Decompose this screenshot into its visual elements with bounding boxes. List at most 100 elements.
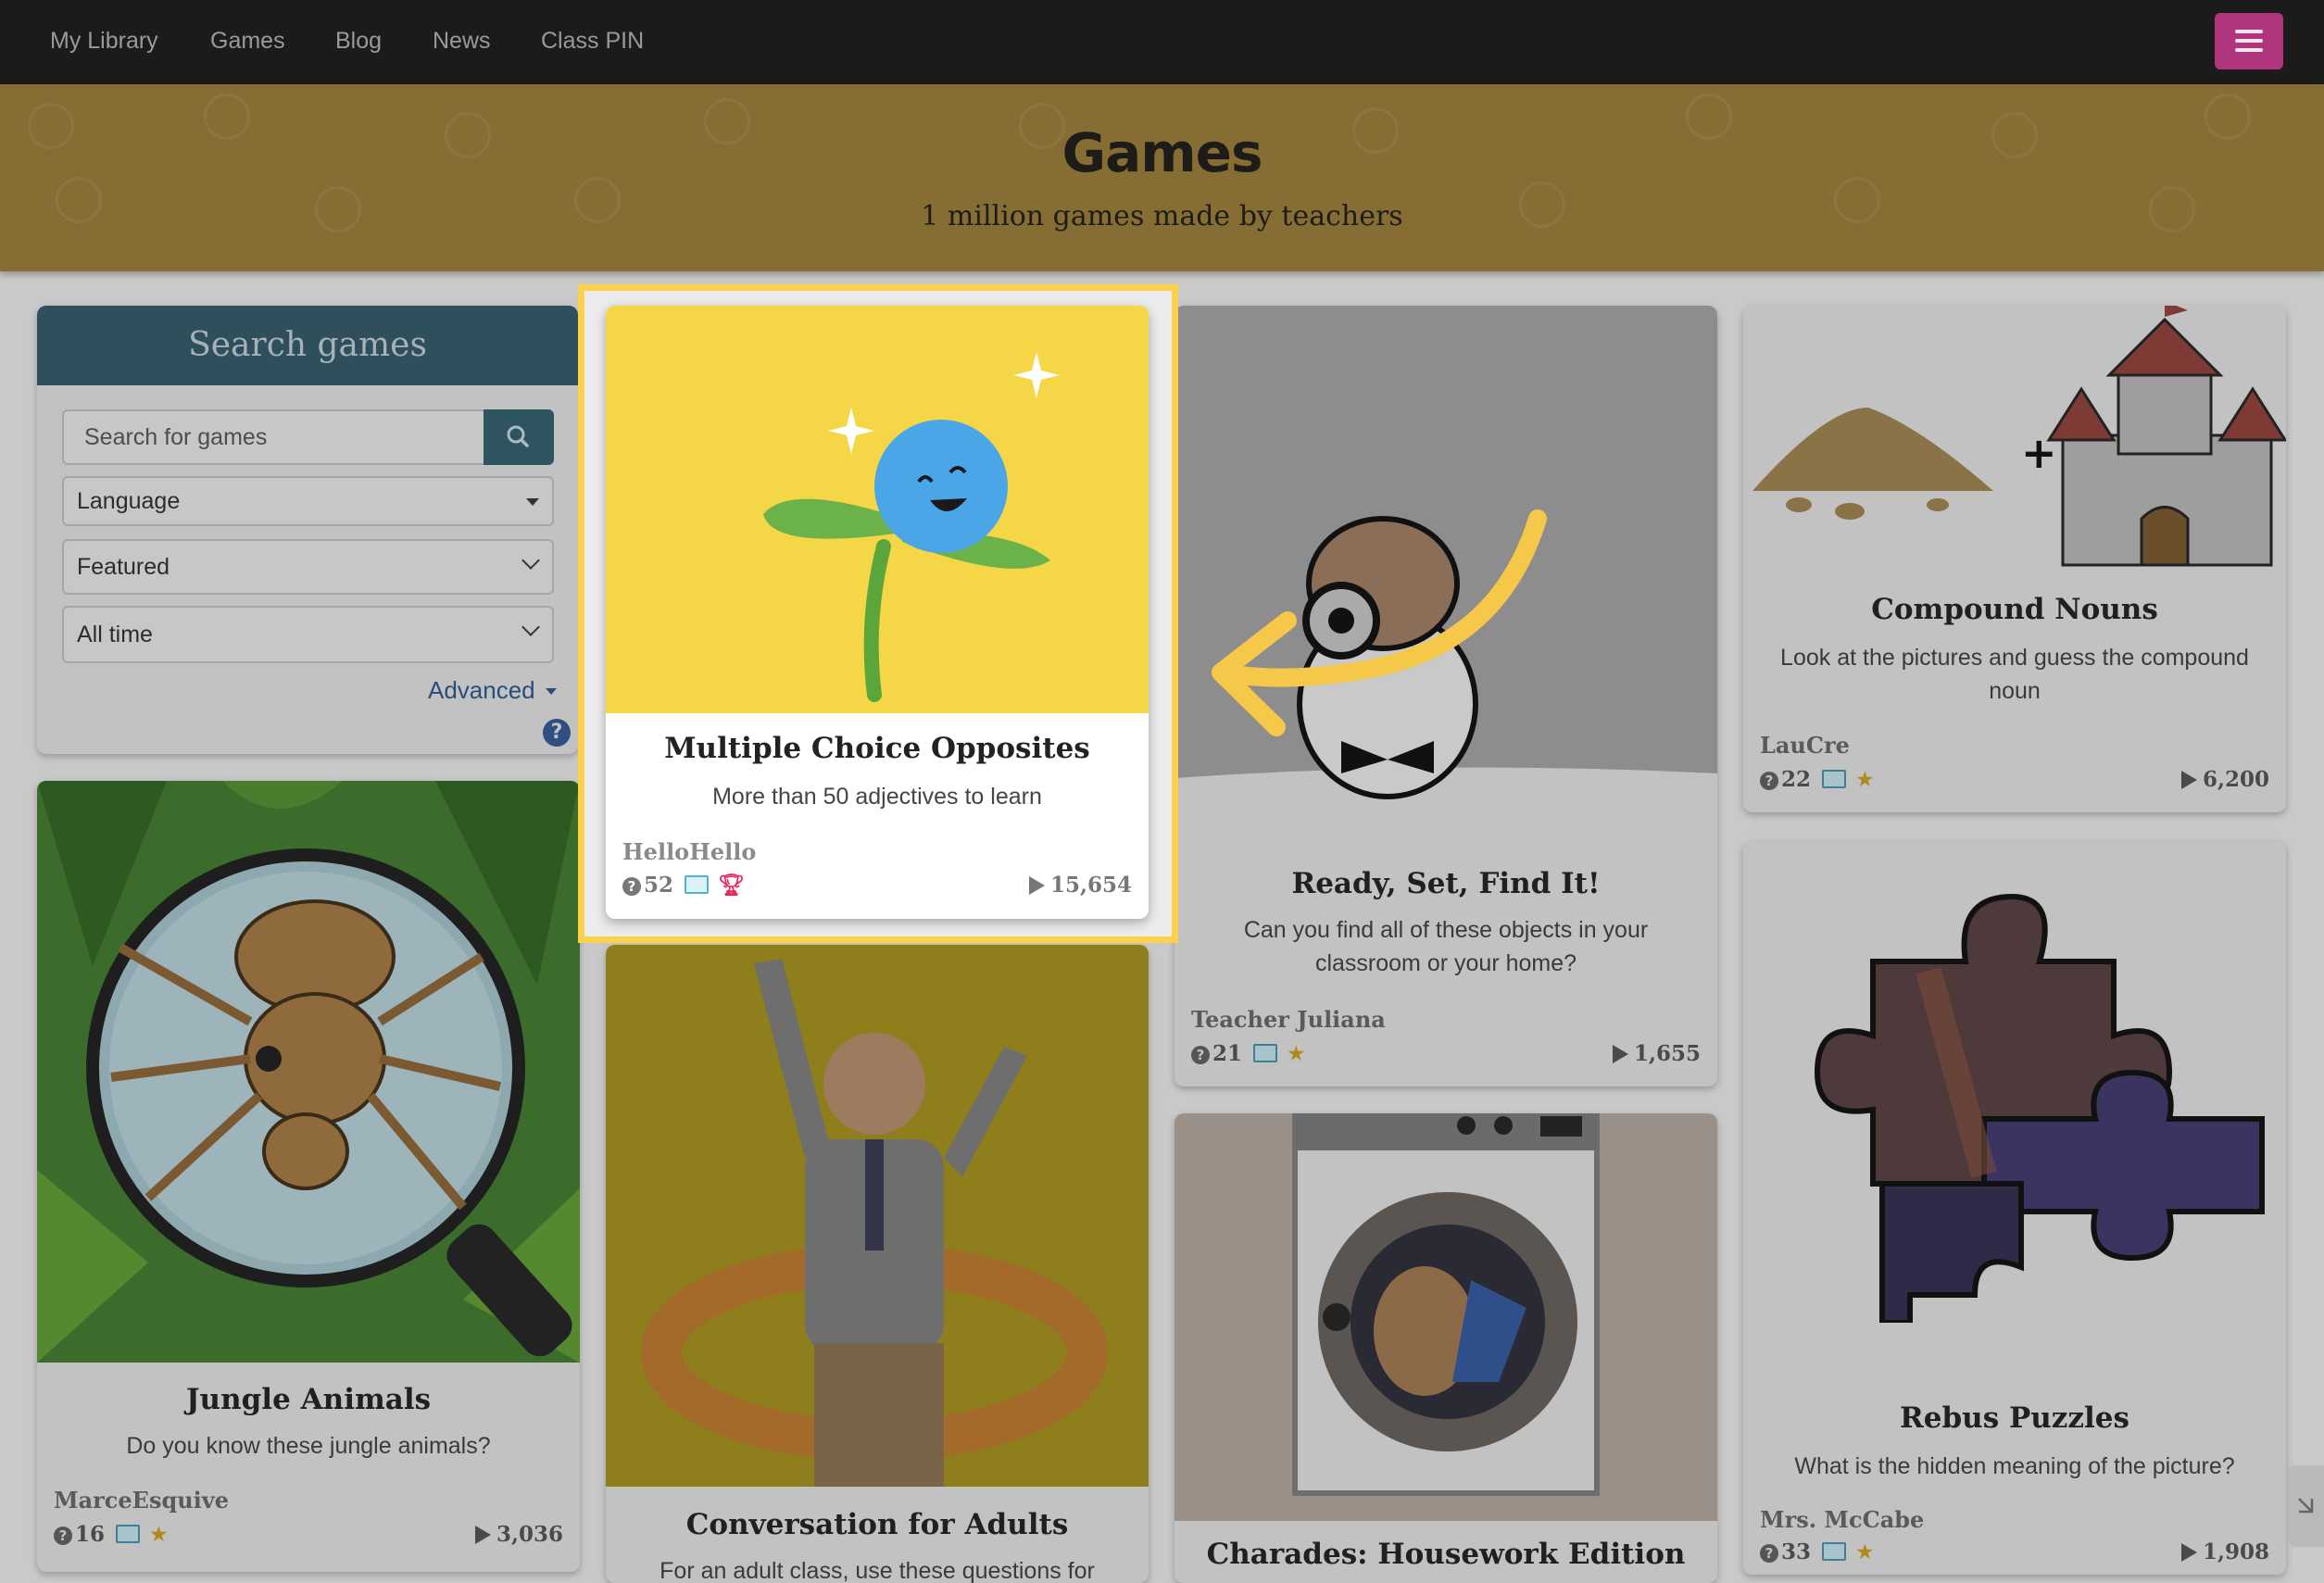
play-icon [2180, 1543, 2197, 1562]
page-title: Games [1062, 121, 1262, 184]
search-input[interactable]: Search for games [62, 409, 484, 465]
image-icon [116, 1525, 141, 1543]
card-title: Ready, Set, Find It! [1291, 867, 1601, 900]
jungle-animals-thumbnail [37, 781, 580, 1363]
caret-down-icon [526, 498, 539, 506]
card-title: Multiple Choice Opposites [664, 732, 1090, 765]
card-title: Jungle Animals [185, 1383, 432, 1416]
trophy-icon: 🏆︎ [718, 873, 746, 898]
card-description: Can you find all of these objects in you… [1243, 917, 1649, 976]
hamburger-bar [2235, 48, 2263, 52]
nav-class-pin[interactable]: Class PIN [541, 28, 644, 55]
language-select[interactable]: Language [62, 476, 554, 526]
card-description: What is the hidden meaning of the pictur… [1794, 1453, 2235, 1479]
card-author[interactable]: Teacher Juliana [1191, 1006, 1386, 1033]
game-card-rebus-puzzles[interactable]: Rebus Puzzles What is the hidden meaning… [1743, 841, 2286, 1575]
play-count-value: 3,036 [496, 1522, 563, 1547]
game-card-conversation-for-adults[interactable]: Conversation for Adults For an adult cla… [606, 945, 1149, 1583]
card-author[interactable]: Mrs. McCabe [1760, 1506, 1924, 1533]
question-icon: ? [1191, 1046, 1210, 1064]
card-meta: ? 21 ★ [1191, 1041, 1306, 1066]
card-description: More than 50 adjectives to learn [712, 784, 1042, 810]
period-select-value: All time [77, 622, 153, 647]
question-icon: ? [1760, 772, 1778, 790]
image-icon [685, 875, 710, 894]
play-count: 3,036 [474, 1522, 563, 1547]
card-title: Compound Nouns [1871, 593, 2158, 626]
card-title: Charades: Housework Edition [1206, 1538, 1686, 1571]
card-description: Look at the pictures and guess the compo… [1780, 645, 2249, 704]
search-panel-heading: Search games [37, 306, 578, 385]
card-meta: ? 22 ★ [1760, 767, 1875, 792]
search-panel: Search games Search for games Language F… [37, 306, 578, 754]
question-count: 22 [1781, 767, 1812, 792]
question-count: 52 [644, 873, 674, 898]
advanced-search-link[interactable]: Advanced [428, 676, 557, 705]
card-meta: ? 33 ★ [1760, 1539, 1875, 1564]
image-icon [1822, 770, 1847, 788]
star-icon: ★ [1287, 1042, 1306, 1066]
play-icon [474, 1526, 491, 1544]
hamburger-menu-button[interactable] [2215, 13, 2283, 69]
play-count-value: 15,654 [1049, 873, 1132, 898]
search-button[interactable] [484, 409, 554, 465]
charades-thumbnail [1175, 1113, 1717, 1521]
image-icon [1822, 1542, 1847, 1561]
caret-down-icon [545, 688, 557, 695]
side-toggle-button[interactable] [2288, 1465, 2324, 1547]
multiple-choice-opposites-thumbnail [606, 306, 1149, 713]
top-navbar: My Library Games Blog News Class PIN [0, 0, 2324, 84]
question-icon: ? [54, 1526, 72, 1545]
sort-select[interactable]: Featured [62, 539, 554, 595]
collapse-icon [2298, 1498, 2314, 1514]
help-icon[interactable]: ? [543, 719, 571, 747]
language-select-value: Language [77, 488, 181, 514]
play-count: 1,655 [1612, 1041, 1701, 1066]
nav-games[interactable]: Games [210, 28, 285, 55]
annotation-arrow [1212, 509, 1547, 736]
advanced-label: Advanced [428, 676, 535, 704]
hamburger-icon [2235, 30, 2263, 33]
star-icon: ★ [149, 1523, 169, 1547]
play-icon [2180, 771, 2197, 789]
nav-blog[interactable]: Blog [335, 28, 382, 55]
chevron-down-icon [521, 551, 540, 570]
image-icon [1253, 1044, 1278, 1062]
card-author[interactable]: HelloHello [622, 838, 756, 865]
question-count: 16 [75, 1522, 106, 1547]
play-count-value: 6,200 [2202, 767, 2269, 792]
hamburger-bar [2235, 39, 2263, 43]
play-count-value: 1,908 [2202, 1539, 2269, 1564]
play-count: 1,908 [2180, 1539, 2269, 1564]
nav-news[interactable]: News [433, 28, 491, 55]
play-count: 15,654 [1028, 873, 1132, 898]
game-card-charades-housework[interactable]: Charades: Housework Edition [1175, 1113, 1717, 1583]
nav-my-library[interactable]: My Library [50, 28, 158, 55]
card-meta: ? 16 ★ [54, 1522, 169, 1547]
card-title: Rebus Puzzles [1900, 1401, 2129, 1435]
search-icon [507, 425, 529, 447]
game-card-compound-nouns[interactable]: + Compound Nouns Look at the pictures an… [1743, 306, 2286, 812]
question-count: 21 [1212, 1041, 1243, 1066]
question-icon: ? [1760, 1544, 1778, 1563]
period-select[interactable]: All time [62, 606, 554, 663]
star-icon: ★ [1855, 768, 1875, 792]
play-icon [1028, 876, 1045, 895]
conversation-thumbnail [606, 945, 1149, 1487]
play-icon [1612, 1045, 1628, 1063]
card-author[interactable]: LauCre [1760, 732, 1850, 759]
page-subtitle: 1 million games made by teachers [921, 200, 1403, 232]
card-description: For an adult class, use these questions … [660, 1558, 1095, 1583]
chevron-down-icon [521, 618, 540, 636]
game-card-multiple-choice-opposites[interactable]: Multiple Choice Opposites More than 50 a… [606, 306, 1149, 919]
star-icon: ★ [1855, 1540, 1875, 1564]
play-count: 6,200 [2180, 767, 2269, 792]
sort-select-value: Featured [77, 554, 170, 580]
compound-nouns-thumbnail: + [1743, 306, 2286, 574]
question-count: 33 [1781, 1539, 1812, 1564]
game-card-jungle-animals[interactable]: Jungle Animals Do you know these jungle … [37, 781, 580, 1572]
card-author[interactable]: MarceEsquive [54, 1487, 229, 1514]
rebus-puzzles-thumbnail [1743, 841, 2286, 1323]
question-icon: ? [622, 877, 641, 896]
card-meta: ? 52 🏆︎ [622, 873, 745, 898]
